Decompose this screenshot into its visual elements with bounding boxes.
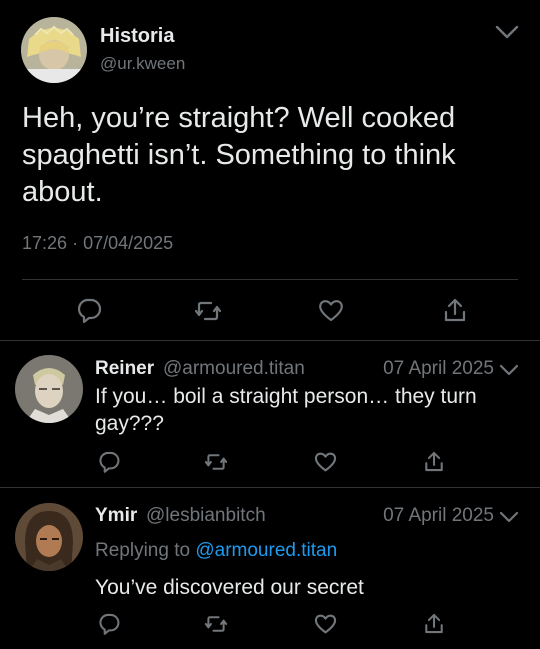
reply-icon[interactable] xyxy=(97,450,121,473)
tweet-time: 17:26 xyxy=(22,233,68,253)
reply-text: If you… boil a straight person… they tur… xyxy=(95,385,477,435)
heart-icon[interactable] xyxy=(317,297,345,323)
avatar[interactable] xyxy=(21,17,87,83)
user-handle[interactable]: @ur.kween xyxy=(100,54,185,74)
display-name[interactable]: Reiner xyxy=(95,358,154,380)
retweet-icon[interactable] xyxy=(194,298,222,324)
reply-tweet[interactable]: Reiner @armoured.titan 07 April 2025 If … xyxy=(0,340,540,487)
share-icon[interactable] xyxy=(422,612,446,635)
tweet-date[interactable]: 07/04/2025 xyxy=(83,233,173,253)
reply-icon[interactable] xyxy=(97,612,121,635)
chevron-down-icon[interactable] xyxy=(494,22,520,42)
heart-icon[interactable] xyxy=(313,612,338,635)
reply-date[interactable]: 07 April 2025 xyxy=(383,358,494,380)
reply-date[interactable]: 07 April 2025 xyxy=(383,505,494,527)
replying-to-label: Replying to xyxy=(95,540,191,561)
display-name[interactable]: Historia xyxy=(100,25,174,48)
divider xyxy=(22,279,518,280)
reply-tweet[interactable]: Ymir @lesbianbitch 07 April 2025 Replyin… xyxy=(0,487,540,649)
separator: · xyxy=(72,233,79,253)
tweet-timestamp: 17:26 · 07/04/2025 xyxy=(22,233,173,254)
retweet-icon[interactable] xyxy=(204,451,228,473)
chevron-down-icon[interactable] xyxy=(498,509,520,525)
user-handle[interactable]: @armoured.titan xyxy=(163,358,305,380)
share-icon[interactable] xyxy=(441,297,469,323)
tweet-text: Heh, you’re straight? Well cooked spaghe… xyxy=(22,102,456,208)
avatar[interactable] xyxy=(15,503,83,571)
retweet-icon[interactable] xyxy=(204,613,228,635)
replying-to: Replying to @armoured.titan xyxy=(95,540,337,562)
reply-text: You’ve discovered our secret xyxy=(95,576,364,599)
avatar[interactable] xyxy=(15,355,83,423)
share-icon[interactable] xyxy=(422,450,446,473)
chevron-down-icon[interactable] xyxy=(498,362,520,378)
reply-icon[interactable] xyxy=(75,297,103,323)
mention-link[interactable]: @armoured.titan xyxy=(195,540,337,561)
main-tweet: Historia @ur.kween Heh, you’re straight?… xyxy=(0,0,540,340)
heart-icon[interactable] xyxy=(313,450,338,473)
user-handle[interactable]: @lesbianbitch xyxy=(146,505,266,527)
display-name[interactable]: Ymir xyxy=(95,505,137,527)
